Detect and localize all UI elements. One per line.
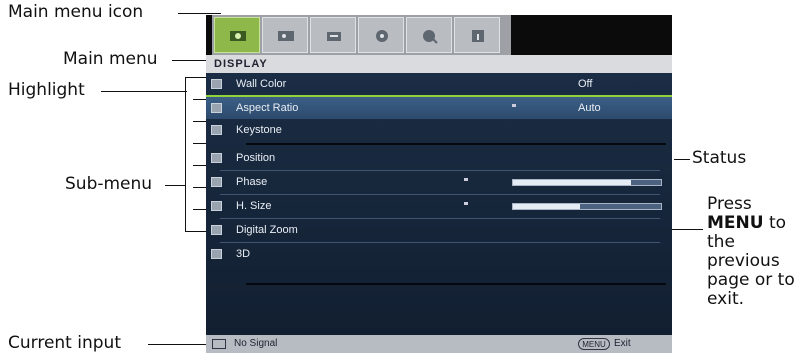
display-tab[interactable] [214, 17, 260, 53]
osd-status-bar: No Signal MENU Exit [206, 335, 672, 353]
menu-item-h-size[interactable]: H. Size [206, 195, 672, 217]
menu-item-icon [211, 103, 222, 113]
menu-item-aspect-ratio[interactable]: Aspect Ratio Auto [206, 97, 672, 119]
annotation-current-input: Current input [8, 333, 121, 353]
main-menu-icon-strip [212, 15, 511, 55]
menu-item-digital-zoom[interactable]: Digital Zoom [206, 219, 672, 241]
annotation-main-menu-icon: Main menu icon [8, 2, 144, 22]
pointer-main-menu-icon [178, 13, 221, 14]
menu-item-status: Off [578, 78, 593, 90]
bracket-tick [193, 187, 207, 188]
annotation-press-word: Press [707, 194, 752, 214]
bracket-tick [193, 121, 207, 122]
pointer-highlight [101, 91, 187, 92]
annotation-highlight: Highlight [8, 80, 85, 100]
display-icon [230, 31, 246, 41]
menu-item-icon [211, 153, 222, 163]
bracket-tick [185, 231, 207, 232]
information-tab[interactable] [454, 17, 500, 53]
menu-item-phase[interactable]: Phase [206, 171, 672, 193]
current-input-text: No Signal [234, 338, 278, 349]
menu-item-label: Wall Color [236, 78, 287, 90]
value-indicator [464, 178, 468, 181]
bracket-tick [193, 143, 207, 144]
annotation-status: Status [692, 148, 747, 168]
menu-item-label: Position [236, 152, 276, 164]
menu-key-icon[interactable]: MENU [578, 338, 610, 350]
source-icon [327, 32, 341, 41]
pointer-current-input [148, 344, 206, 345]
exit-label: Exit [614, 338, 631, 349]
value-indicator [464, 202, 468, 205]
annotation-press-line: previous [707, 251, 780, 271]
input-source-icon [212, 339, 226, 349]
main-menu-tab-bar [206, 15, 672, 55]
annotation-press-line: exit. [707, 289, 745, 309]
annotation-press-menu: Press MENU to the previous page or to ex… [707, 195, 803, 309]
value-indicator [512, 104, 516, 107]
system-setup-basic-tab[interactable] [358, 17, 404, 53]
annotation-to-word: to [763, 213, 787, 233]
picture-tab[interactable] [262, 17, 308, 53]
menu-item-label: Keystone [236, 124, 282, 136]
menu-item-icon [211, 249, 222, 259]
menu-item-label: Aspect Ratio [236, 102, 299, 114]
annotation-main-menu: Main menu [63, 49, 158, 69]
menu-item-wall-color[interactable]: Wall Color Off [206, 73, 672, 95]
advanced-setup-icon [423, 30, 438, 44]
menu-item-keystone[interactable]: Keystone [206, 119, 672, 141]
bracket-tick [185, 77, 207, 78]
bracket-tick [193, 99, 207, 100]
system-setup-icon [376, 30, 388, 42]
picture-icon [278, 31, 294, 41]
menu-item-label: H. Size [236, 200, 272, 212]
annotation-press-line: the [707, 232, 735, 252]
system-setup-advanced-tab[interactable] [406, 17, 452, 53]
menu-item-position[interactable]: Position [206, 147, 672, 169]
separator [246, 143, 666, 145]
menu-item-label: Phase [236, 176, 268, 188]
bracket-tick [193, 209, 207, 210]
information-icon [472, 30, 484, 42]
menu-title: DISPLAY [206, 55, 672, 73]
menu-item-icon [211, 125, 222, 135]
menu-item-icon [211, 201, 222, 211]
slider-fill [513, 204, 580, 209]
annotation-press-line: page or to [707, 270, 795, 290]
phase-slider[interactable] [512, 179, 662, 186]
menu-item-label: Digital Zoom [236, 224, 298, 236]
menu-item-icon [211, 225, 222, 235]
separator [246, 283, 666, 285]
source-tab[interactable] [310, 17, 356, 53]
slider-fill [513, 180, 632, 185]
menu-item-status: Auto [578, 102, 601, 114]
menu-item-icon [211, 79, 222, 89]
sub-menu-list: Wall Color Off Aspect Ratio Auto Keyston… [206, 73, 672, 335]
menu-item-icon [211, 177, 222, 187]
h-size-slider[interactable] [512, 203, 662, 210]
pointer-sub-menu [165, 185, 185, 186]
menu-item-3d[interactable]: 3D [206, 243, 672, 265]
projector-osd-screen: DISPLAY Wall Color Off Aspect Ratio Auto… [206, 15, 672, 353]
sub-menu-bracket [185, 77, 186, 232]
pointer-status [674, 159, 690, 160]
menu-item-label: 3D [236, 248, 251, 260]
annotation-menu-key: MENU [707, 213, 764, 233]
bracket-tick [193, 165, 207, 166]
annotation-sub-menu: Sub-menu [65, 174, 153, 194]
